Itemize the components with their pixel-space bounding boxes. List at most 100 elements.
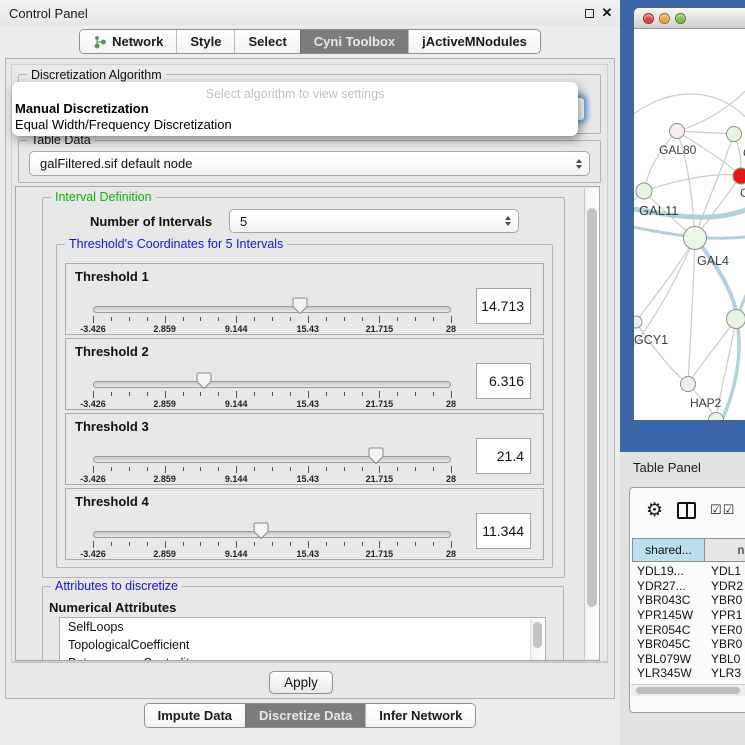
tab-jactivemnodules[interactable]: jActiveMNodules bbox=[408, 30, 540, 53]
close-window-button[interactable] bbox=[643, 13, 654, 24]
attribute-item-betweennesscentrality[interactable]: BetweennessCentrality bbox=[60, 654, 545, 661]
close-panel-button[interactable]: ✕ bbox=[598, 4, 616, 22]
network-node-gal4[interactable] bbox=[684, 227, 707, 250]
threshold-value-field[interactable]: 14.713 bbox=[476, 288, 531, 324]
tick-label: 15.43 bbox=[297, 324, 320, 334]
slider-tick bbox=[290, 317, 291, 321]
num-intervals-combobox[interactable]: 5 bbox=[229, 209, 519, 233]
slider-tick bbox=[236, 316, 237, 323]
slider-tick bbox=[147, 317, 148, 321]
slider-tick bbox=[362, 317, 363, 321]
network-node-c[interactable] bbox=[733, 168, 745, 184]
table-row[interactable]: YLR345WYLR3 bbox=[632, 666, 745, 681]
cell-name: YLR3 bbox=[705, 666, 745, 680]
vertical-scrollbar[interactable] bbox=[584, 188, 599, 659]
network-edge bbox=[644, 131, 677, 191]
attribute-item-selfloops[interactable]: SelfLoops bbox=[60, 618, 545, 636]
horizontal-scrollbar[interactable] bbox=[631, 684, 745, 696]
table-row[interactable]: YBL079WYBL0 bbox=[632, 652, 745, 667]
network-view-window: GAL80GCGAL11GAL4HGCY1HAP2 bbox=[633, 7, 745, 421]
table-row[interactable]: YDL19...YDL1 bbox=[632, 564, 745, 579]
slider-tick bbox=[397, 542, 398, 546]
zoom-window-button[interactable] bbox=[675, 13, 686, 24]
slider-track[interactable] bbox=[93, 306, 451, 313]
tab-discretize-data[interactable]: Discretize Data bbox=[245, 704, 365, 727]
slider-thumb[interactable] bbox=[368, 447, 384, 465]
cell-shared-name: YDL19... bbox=[632, 564, 705, 578]
slider-tick bbox=[93, 316, 94, 323]
tick-label: 21.715 bbox=[366, 549, 394, 559]
algorithm-option-equal-width[interactable]: Equal Width/Frequency Discretization bbox=[15, 117, 232, 132]
cell-shared-name: YDR27... bbox=[632, 579, 705, 593]
slider-track[interactable] bbox=[93, 381, 451, 388]
slider-tick bbox=[272, 467, 273, 471]
network-node-g[interactable] bbox=[727, 127, 742, 142]
scrollbar-thumb[interactable] bbox=[533, 622, 542, 648]
scrollbar-thumb[interactable] bbox=[636, 687, 740, 694]
threshold-label: Threshold 4 bbox=[75, 494, 149, 509]
threshold-label: Threshold 3 bbox=[75, 419, 149, 434]
cell-name: YER0 bbox=[705, 623, 745, 637]
tab-label: Select bbox=[248, 34, 286, 49]
slider-track[interactable] bbox=[93, 456, 451, 463]
tab-select[interactable]: Select bbox=[234, 30, 299, 53]
table-row[interactable]: YDR27...YDR2 bbox=[632, 579, 745, 594]
column-header-shared-name[interactable]: shared... bbox=[632, 538, 705, 562]
algorithm-option-manual[interactable]: Manual Discretization bbox=[15, 101, 149, 116]
cell-shared-name: YIL052C bbox=[632, 681, 705, 682]
table-row[interactable]: YPR145WYPR1 bbox=[632, 608, 745, 623]
tab-infer-network[interactable]: Infer Network bbox=[365, 704, 475, 727]
tick-label: -3.426 bbox=[80, 324, 106, 334]
table-data-combobox[interactable]: galFiltered.sif default node bbox=[29, 151, 590, 176]
float-window-button[interactable] bbox=[580, 4, 598, 22]
threshold-value-field[interactable]: 11.344 bbox=[476, 513, 531, 549]
slider-tick bbox=[111, 467, 112, 471]
slider-tick bbox=[218, 392, 219, 396]
threshold-value-field[interactable]: 21.4 bbox=[476, 438, 531, 474]
gear-icon[interactable]: ⚙ bbox=[646, 501, 663, 520]
tab-style[interactable]: Style bbox=[176, 30, 234, 53]
slider-tick bbox=[236, 466, 237, 473]
table-row[interactable]: YER054CYER0 bbox=[632, 622, 745, 637]
slider-tick bbox=[200, 392, 201, 396]
attribute-item-topologicalcoefficient[interactable]: TopologicalCoefficient bbox=[60, 636, 545, 654]
slider-tick bbox=[254, 467, 255, 471]
minimize-window-button[interactable] bbox=[659, 13, 670, 24]
num-intervals-value: 5 bbox=[240, 214, 247, 229]
slider-track[interactable] bbox=[93, 531, 451, 538]
network-node-h[interactable] bbox=[727, 310, 745, 329]
cell-shared-name: YBR043C bbox=[632, 593, 705, 607]
network-node-gcy1[interactable] bbox=[634, 316, 642, 328]
network-edge bbox=[636, 238, 695, 322]
tab-label: Infer Network bbox=[379, 708, 462, 723]
table-row[interactable]: YBR043CYBR0 bbox=[632, 593, 745, 608]
list-scrollbar[interactable] bbox=[530, 619, 545, 661]
threshold-panel-1: Threshold 1-3.4262.8599.14415.4321.71528… bbox=[65, 263, 544, 335]
table-row[interactable]: YBR045CYBR0 bbox=[632, 637, 745, 652]
slider-thumb[interactable] bbox=[253, 522, 269, 540]
split-columns-icon[interactable] bbox=[677, 502, 696, 519]
tab-network[interactable]: Network bbox=[80, 30, 176, 53]
network-node-gal11[interactable] bbox=[636, 183, 652, 199]
column-header-name[interactable]: n bbox=[705, 538, 745, 562]
tick-label: 9.144 bbox=[225, 474, 248, 484]
tick-label: 9.144 bbox=[225, 549, 248, 559]
threshold-value-field[interactable]: 6.316 bbox=[476, 363, 531, 399]
slider-tick bbox=[344, 317, 345, 321]
apply-button[interactable]: Apply bbox=[269, 671, 333, 694]
slider-thumb[interactable] bbox=[196, 372, 212, 390]
tick-label: 2.859 bbox=[153, 324, 176, 334]
slider-tick bbox=[218, 467, 219, 471]
network-node-hap2[interactable] bbox=[681, 377, 696, 392]
slider-thumb[interactable] bbox=[292, 297, 308, 315]
network-node[interactable] bbox=[709, 413, 724, 422]
network-canvas[interactable]: GAL80GCGAL11GAL4HGCY1HAP2 bbox=[634, 29, 745, 421]
network-node-gal80[interactable] bbox=[670, 124, 685, 139]
tab-cyni-toolbox[interactable]: Cyni Toolbox bbox=[300, 30, 408, 53]
tab-impute-data[interactable]: Impute Data bbox=[145, 704, 245, 727]
scrollbar-thumb[interactable] bbox=[587, 208, 597, 607]
tick-label: 28 bbox=[446, 324, 456, 334]
table-row[interactable]: YIL052CYIL0 bbox=[632, 681, 745, 682]
network-window-titlebar bbox=[634, 8, 745, 29]
select-columns-icon[interactable]: ☑☑ bbox=[710, 502, 735, 518]
